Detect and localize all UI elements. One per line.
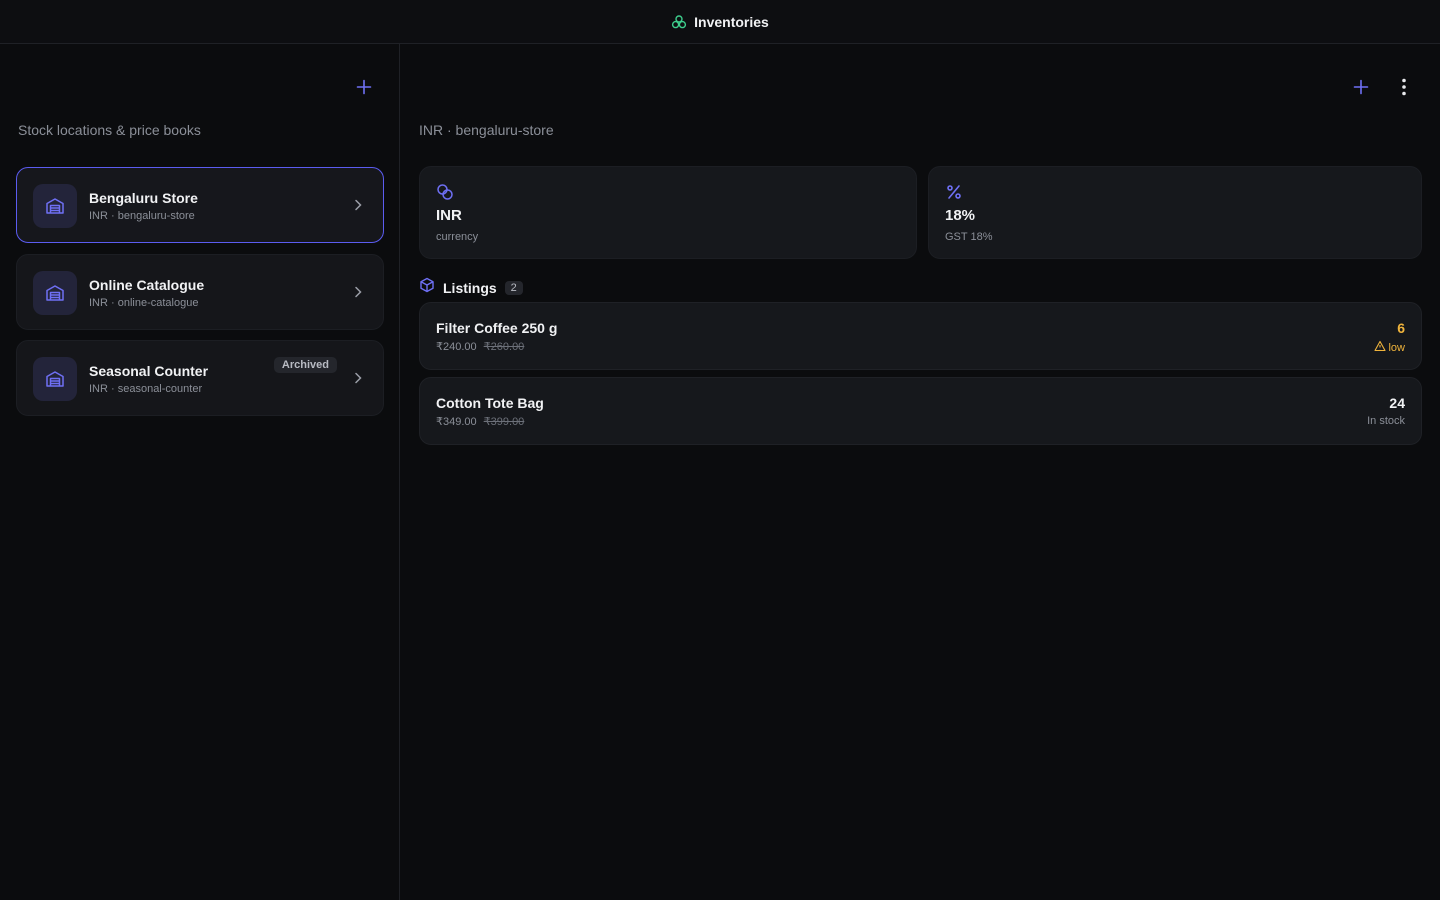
app-brand: Inventories — [671, 14, 769, 30]
location-name: Bengaluru Store — [89, 190, 198, 206]
stat-value: INR — [436, 207, 462, 224]
listing-quantity: 24 — [1389, 395, 1405, 411]
more-options-button[interactable] — [1390, 74, 1418, 102]
listing-name: Cotton Tote Bag — [436, 395, 544, 411]
stat-label: currency — [436, 231, 479, 243]
sidebar: Stock locations & price books Bengaluru … — [0, 44, 400, 900]
chevron-right-icon — [351, 285, 365, 304]
more-vertical-icon — [1396, 78, 1412, 99]
add-listing-button[interactable] — [1347, 74, 1375, 102]
detail-panel: INR · bengaluru-store INR currency 18% G… — [401, 44, 1440, 900]
warehouse-icon — [33, 184, 77, 228]
location-name: Online Catalogue — [89, 277, 205, 293]
currency-stat-card: INR currency — [419, 166, 917, 259]
chevron-right-icon — [351, 371, 365, 390]
listing-row-cotton-tote-bag[interactable]: Cotton Tote Bag ₹349.00 ₹399.00 24 In st… — [419, 377, 1422, 445]
sidebar-subtitle: Stock locations & price books — [18, 122, 201, 138]
listings-count-badge: 2 — [504, 280, 523, 295]
location-card-bengaluru-store[interactable]: Bengaluru Store INR · bengaluru-store — [16, 167, 384, 243]
listing-row-filter-coffee[interactable]: Filter Coffee 250 g ₹240.00 ₹260.00 6 lo… — [419, 302, 1422, 370]
listing-name: Filter Coffee 250 g — [436, 320, 558, 336]
location-subtitle: INR · bengaluru-store — [419, 122, 554, 138]
archived-badge: Archived — [273, 357, 337, 373]
stock-status: In stock — [1367, 415, 1405, 427]
stock-status-label: low — [1388, 341, 1405, 354]
location-card-seasonal-counter[interactable]: Seasonal Counter INR · seasonal-counter … — [16, 340, 384, 416]
plus-icon — [356, 79, 372, 98]
coins-icon — [436, 183, 454, 206]
stock-status-label: In stock — [1367, 415, 1405, 427]
listing-prices: ₹240.00 ₹260.00 — [436, 340, 524, 353]
app-logo-icon — [671, 14, 687, 30]
listing-price: ₹349.00 — [436, 416, 477, 428]
listing-mrp: ₹399.00 — [483, 416, 525, 428]
stat-value: 18% — [945, 207, 976, 224]
listing-mrp: ₹260.00 — [483, 341, 525, 353]
tax-stat-card: 18% GST 18% — [928, 166, 1422, 259]
listings-title: Listings — [443, 279, 497, 296]
chevron-right-icon — [351, 198, 365, 217]
warehouse-icon — [33, 271, 77, 315]
listings-header: Listings 2 — [419, 277, 523, 298]
stat-label: GST 18% — [945, 231, 993, 243]
plus-icon — [1353, 79, 1369, 98]
location-meta: INR · seasonal-counter — [89, 383, 203, 395]
add-location-button[interactable] — [350, 74, 378, 102]
location-meta: INR · bengaluru-store — [89, 210, 195, 222]
top-bar: Inventories — [0, 0, 1440, 44]
warehouse-icon — [33, 357, 77, 401]
listing-prices: ₹349.00 ₹399.00 — [436, 415, 524, 428]
box-icon — [419, 277, 435, 298]
app-title: Inventories — [694, 13, 769, 30]
location-name: Seasonal Counter — [89, 363, 209, 379]
percent-icon — [945, 183, 963, 206]
listing-price: ₹240.00 — [436, 341, 477, 353]
stock-status: low — [1374, 340, 1405, 355]
listing-quantity: 6 — [1397, 320, 1405, 336]
location-meta: INR · online-catalogue — [89, 297, 199, 309]
location-card-online-catalogue[interactable]: Online Catalogue INR · online-catalogue — [16, 254, 384, 330]
warning-icon — [1374, 340, 1387, 355]
